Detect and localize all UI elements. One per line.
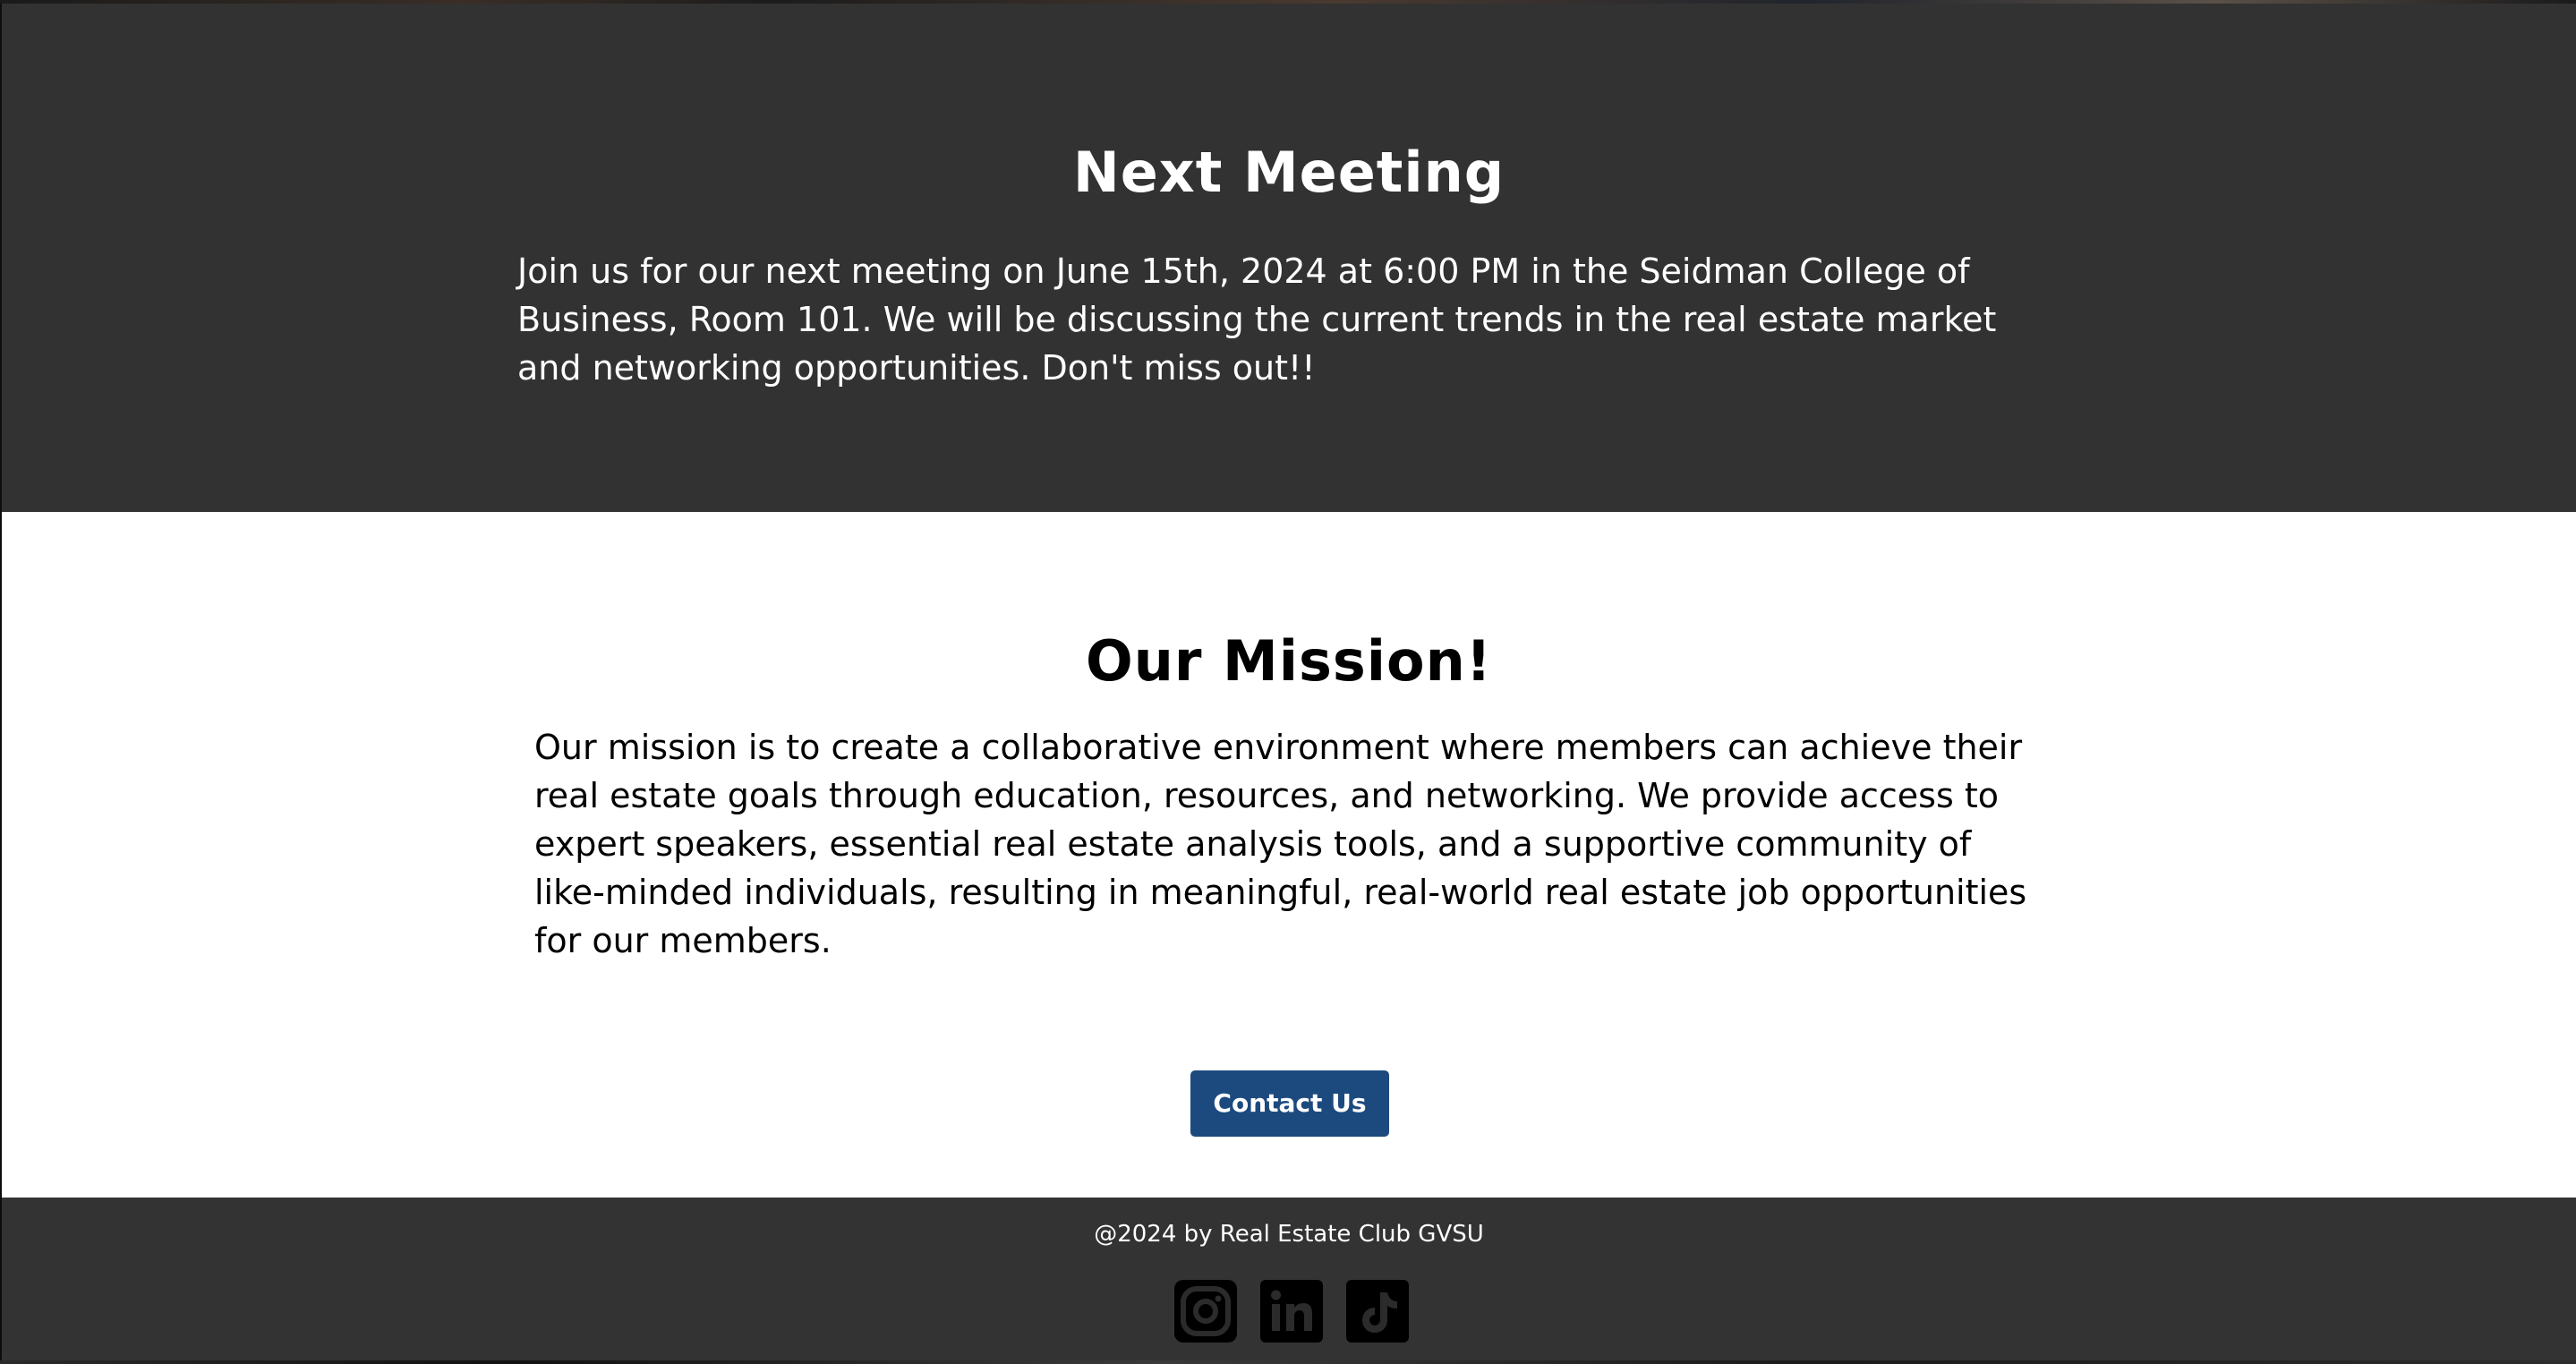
page: Next Meeting Join us for our next meetin… bbox=[0, 0, 2576, 1364]
next-meeting-description: Join us for our next meeting on June 15t… bbox=[517, 251, 1997, 388]
instagram-icon[interactable] bbox=[1174, 1280, 1237, 1343]
mission-description: Our mission is to create a collaborative… bbox=[534, 728, 2027, 960]
mission-heading: Our Mission! bbox=[1085, 628, 1493, 694]
footer-copyright: @2024 by Real Estate Club GVSU bbox=[1094, 1221, 1484, 1248]
footer: @2024 by Real Estate Club GVSU bbox=[2, 1198, 2576, 1360]
next-meeting-section: Next Meeting Join us for our next meetin… bbox=[2, 4, 2576, 512]
background-photo-strip-bottom bbox=[0, 1360, 2576, 1364]
tiktok-icon[interactable] bbox=[1346, 1280, 1409, 1343]
next-meeting-heading: Next Meeting bbox=[1072, 140, 1506, 205]
mission-section: Our Mission! Our mission is to create a … bbox=[2, 512, 2576, 1198]
linkedin-icon[interactable] bbox=[1260, 1280, 1323, 1343]
social-bar bbox=[1174, 1280, 1409, 1343]
contact-us-button[interactable]: Contact Us bbox=[1190, 1070, 1389, 1137]
